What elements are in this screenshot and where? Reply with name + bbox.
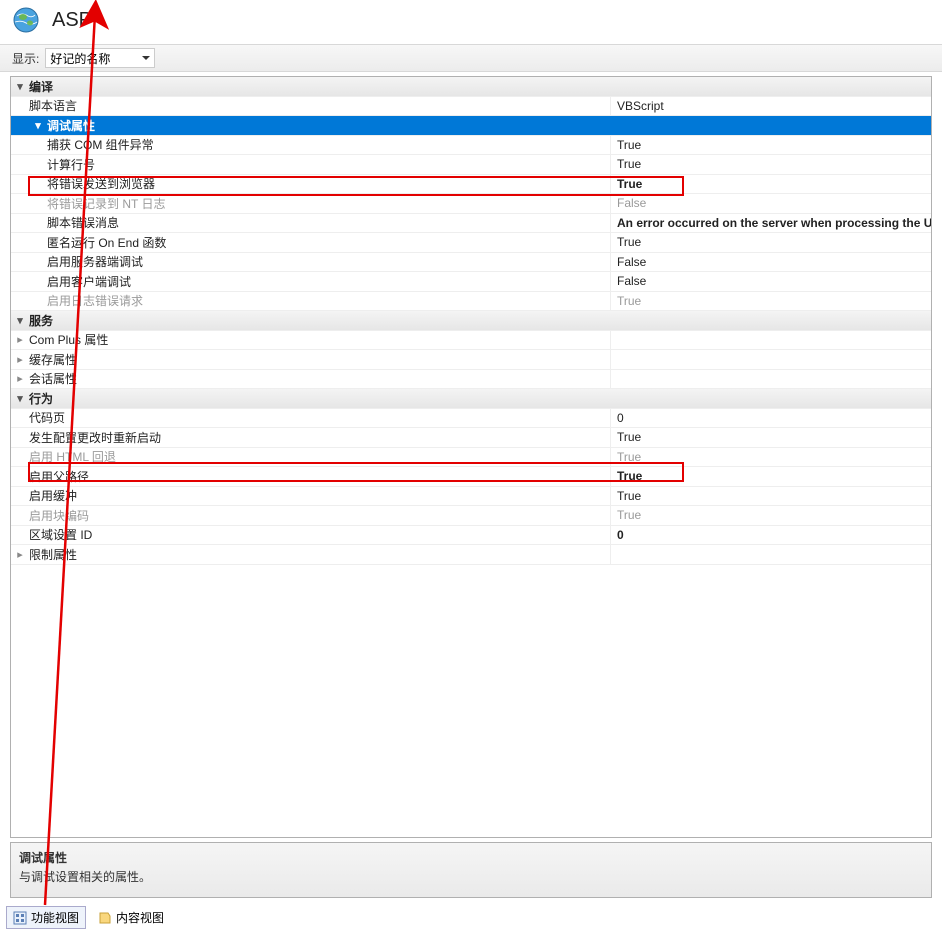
property-value[interactable]: True	[611, 469, 931, 483]
property-label: 启用客户端调试	[47, 273, 131, 290]
property-label: 启用父路径	[29, 468, 89, 485]
property-value[interactable]: False	[611, 274, 931, 288]
property-row[interactable]: 计算行号 True	[11, 155, 931, 175]
property-row[interactable]: 将错误发送到浏览器 True	[11, 175, 931, 195]
display-label: 显示:	[12, 50, 39, 67]
property-label: 计算行号	[47, 156, 95, 173]
property-row[interactable]: 脚本错误消息 An error occurred on the server wh…	[11, 214, 931, 234]
property-label: 发生配置更改时重新启动	[29, 429, 161, 446]
property-value[interactable]: False	[611, 255, 931, 269]
property-row[interactable]: 代码页 0	[11, 409, 931, 429]
page-title: ASP	[52, 9, 92, 32]
display-select-value: 好记的名称	[50, 50, 110, 67]
property-label: 区域设置 ID	[29, 526, 92, 543]
property-label: 启用块编码	[29, 507, 89, 524]
property-value[interactable]: True	[611, 294, 931, 308]
property-row[interactable]: 启用缓冲 True	[11, 487, 931, 507]
property-value[interactable]: An error occurred on the server when pro…	[611, 216, 931, 230]
bottom-tabs: 功能视图 内容视图	[0, 902, 176, 933]
feature-view-icon	[13, 911, 27, 925]
property-value[interactable]: True	[611, 177, 931, 191]
sub-category-header[interactable]: ▾调试属性	[11, 116, 931, 136]
property-value[interactable]: False	[611, 196, 931, 210]
collapse-icon[interactable]: ▾	[11, 80, 29, 93]
property-label: 缓存属性	[29, 351, 77, 368]
property-value[interactable]: VBScript	[611, 99, 931, 113]
property-row[interactable]: ▸会话属性	[11, 370, 931, 390]
property-value[interactable]: True	[611, 138, 931, 152]
category-label: 服务	[29, 312, 53, 329]
category-header[interactable]: ▾服务	[11, 311, 931, 331]
property-value[interactable]: True	[611, 508, 931, 522]
category-label: 行为	[29, 390, 53, 407]
property-row[interactable]: 启用服务器端调试 False	[11, 253, 931, 273]
collapse-icon[interactable]: ▾	[11, 392, 29, 405]
property-value[interactable]: 0	[611, 411, 931, 425]
property-label: 启用缓冲	[29, 487, 77, 504]
tab-content-view[interactable]: 内容视图	[92, 907, 170, 928]
property-label: 脚本语言	[29, 97, 77, 114]
collapse-icon[interactable]: ▾	[29, 119, 47, 132]
tab-feature-view[interactable]: 功能视图	[6, 906, 86, 929]
property-label: 会话属性	[29, 370, 77, 387]
property-value[interactable]: True	[611, 157, 931, 171]
property-row[interactable]: ▸缓存属性	[11, 350, 931, 370]
property-label: 将错误记录到 NT 日志	[47, 195, 165, 212]
property-row[interactable]: 启用日志错误请求 True	[11, 292, 931, 312]
property-label: 调试属性	[47, 117, 95, 134]
property-value[interactable]: 0	[611, 528, 931, 542]
page-header: ASP	[0, 0, 942, 44]
collapse-icon[interactable]: ▾	[11, 314, 29, 327]
property-row[interactable]: 启用客户端调试 False	[11, 272, 931, 292]
expand-icon[interactable]: ▸	[11, 353, 29, 366]
property-label: Com Plus 属性	[29, 331, 108, 348]
expand-icon[interactable]: ▸	[11, 548, 29, 561]
property-value[interactable]: True	[611, 450, 931, 464]
property-value[interactable]: True	[611, 235, 931, 249]
property-row[interactable]: ▸限制属性	[11, 545, 931, 565]
property-row[interactable]: 匿名运行 On End 函数 True	[11, 233, 931, 253]
property-row[interactable]: 捕获 COM 组件异常 True	[11, 136, 931, 156]
description-text: 与调试设置相关的属性。	[19, 868, 923, 885]
property-row[interactable]: 发生配置更改时重新启动 True	[11, 428, 931, 448]
tab-feature-view-label: 功能视图	[31, 909, 79, 926]
property-value[interactable]: True	[611, 430, 931, 444]
tab-content-view-label: 内容视图	[116, 909, 164, 926]
expand-icon[interactable]: ▸	[11, 333, 29, 346]
property-label: 匿名运行 On End 函数	[47, 234, 166, 251]
property-label: 脚本错误消息	[47, 214, 119, 231]
property-label: 代码页	[29, 409, 65, 426]
property-value[interactable]: True	[611, 489, 931, 503]
property-grid-body[interactable]: ▾编译脚本语言VBScript▾调试属性捕获 COM 组件异常True计算行号T…	[11, 77, 931, 837]
property-row[interactable]: 区域设置 ID 0	[11, 526, 931, 546]
asp-globe-icon	[12, 6, 40, 34]
toolbar: 显示: 好记的名称	[0, 44, 942, 72]
category-label: 编译	[29, 78, 53, 95]
property-label: 捕获 COM 组件异常	[47, 136, 154, 153]
content-view-icon	[98, 911, 112, 925]
property-label: 启用服务器端调试	[47, 253, 143, 270]
expand-icon[interactable]: ▸	[11, 372, 29, 385]
property-row[interactable]: 脚本语言 VBScript	[11, 97, 931, 117]
property-row[interactable]: 启用块编码 True	[11, 506, 931, 526]
property-grid: ▾编译脚本语言VBScript▾调试属性捕获 COM 组件异常True计算行号T…	[10, 76, 932, 838]
category-header[interactable]: ▾编译	[11, 77, 931, 97]
property-row[interactable]: 将错误记录到 NT 日志 False	[11, 194, 931, 214]
description-title: 调试属性	[19, 849, 923, 866]
category-header[interactable]: ▾行为	[11, 389, 931, 409]
property-label: 将错误发送到浏览器	[47, 175, 155, 192]
property-row[interactable]: ▸Com Plus 属性	[11, 331, 931, 351]
property-label: 启用日志错误请求	[47, 292, 143, 309]
display-select[interactable]: 好记的名称	[45, 48, 155, 68]
description-panel: 调试属性 与调试设置相关的属性。	[10, 842, 932, 898]
property-row[interactable]: 启用父路径 True	[11, 467, 931, 487]
property-row[interactable]: 启用 HTML 回退 True	[11, 448, 931, 468]
property-label: 限制属性	[29, 546, 77, 563]
property-label: 启用 HTML 回退	[29, 448, 116, 465]
